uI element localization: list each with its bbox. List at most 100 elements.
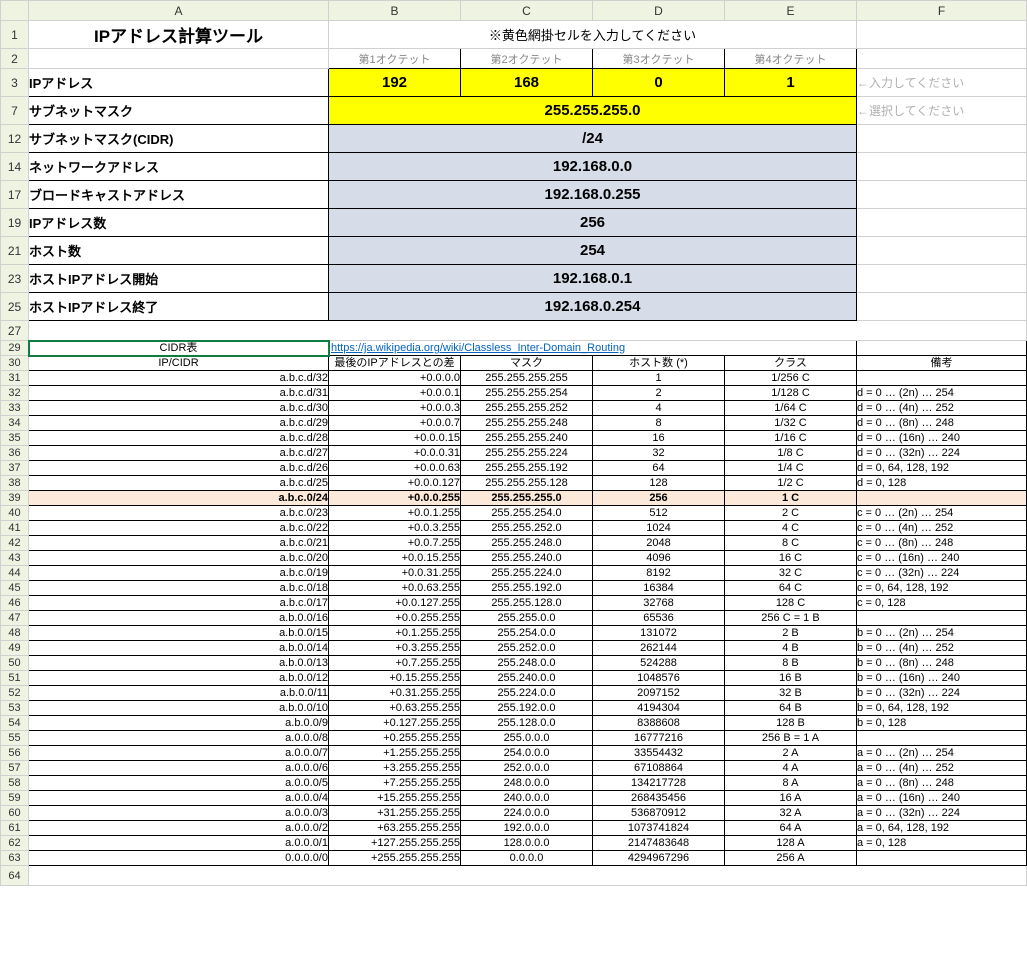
row-header[interactable]: 35 bbox=[1, 431, 29, 446]
table-cell[interactable]: +0.0.0.1 bbox=[329, 386, 461, 401]
table-cell[interactable]: a.b.c.d/26 bbox=[29, 461, 329, 476]
table-cell[interactable]: 4 bbox=[593, 401, 725, 416]
network-address-value[interactable]: 192.168.0.0 bbox=[329, 153, 857, 181]
table-cell[interactable]: +0.0.0.63 bbox=[329, 461, 461, 476]
row-header[interactable]: 50 bbox=[1, 656, 29, 671]
row-header[interactable]: 64 bbox=[1, 866, 29, 886]
table-cell[interactable]: a.b.0.0/14 bbox=[29, 641, 329, 656]
table-cell[interactable]: 4096 bbox=[593, 551, 725, 566]
table-cell[interactable]: 128.0.0.0 bbox=[461, 836, 593, 851]
row-header[interactable]: 55 bbox=[1, 731, 29, 746]
table-cell[interactable]: d = 0 … (32n) … 224 bbox=[857, 446, 1027, 461]
table-cell[interactable]: a.0.0.0/6 bbox=[29, 761, 329, 776]
table-cell[interactable]: a.b.c.0/21 bbox=[29, 536, 329, 551]
table-cell[interactable]: 2147483648 bbox=[593, 836, 725, 851]
cidr-col-class[interactable]: クラス bbox=[725, 356, 857, 371]
table-cell[interactable]: 64 C bbox=[725, 581, 857, 596]
row-header[interactable]: 3 bbox=[1, 69, 29, 97]
table-cell[interactable]: a.b.0.0/10 bbox=[29, 701, 329, 716]
cell[interactable] bbox=[857, 125, 1027, 153]
ip-octet-1-input[interactable]: 192 bbox=[329, 69, 461, 97]
row-header[interactable]: 29 bbox=[1, 341, 29, 356]
cell[interactable] bbox=[29, 321, 1027, 341]
row-header[interactable]: 54 bbox=[1, 716, 29, 731]
table-cell[interactable]: 255.255.252.0 bbox=[461, 521, 593, 536]
table-cell[interactable]: 255.255.255.252 bbox=[461, 401, 593, 416]
table-row[interactable]: 61a.0.0.0/2+63.255.255.255192.0.0.010737… bbox=[1, 821, 1027, 836]
octet-label-1[interactable]: 第1オクテット bbox=[329, 49, 461, 69]
table-row[interactable]: 53a.b.0.0/10+0.63.255.255255.192.0.04194… bbox=[1, 701, 1027, 716]
row-header[interactable]: 32 bbox=[1, 386, 29, 401]
table-row[interactable]: 37a.b.c.d/26+0.0.0.63255.255.255.192641/… bbox=[1, 461, 1027, 476]
row-header[interactable]: 53 bbox=[1, 701, 29, 716]
table-cell[interactable]: 256 A bbox=[725, 851, 857, 866]
table-cell[interactable]: 8 A bbox=[725, 776, 857, 791]
table-cell[interactable]: c = 0 … (4n) … 252 bbox=[857, 521, 1027, 536]
table-row[interactable]: 49a.b.0.0/14+0.3.255.255255.252.0.026214… bbox=[1, 641, 1027, 656]
table-cell[interactable]: c = 0 … (32n) … 224 bbox=[857, 566, 1027, 581]
table-cell[interactable]: +0.0.0.255 bbox=[329, 491, 461, 506]
table-cell[interactable]: 67108864 bbox=[593, 761, 725, 776]
table-cell[interactable]: 254.0.0.0 bbox=[461, 746, 593, 761]
row-header[interactable]: 63 bbox=[1, 851, 29, 866]
cell[interactable] bbox=[857, 181, 1027, 209]
table-cell[interactable]: +0.0.3.255 bbox=[329, 521, 461, 536]
ip-hint[interactable]: ←入力してください bbox=[857, 69, 1027, 97]
table-row[interactable]: 41a.b.c.0/22+0.0.3.255255.255.252.010244… bbox=[1, 521, 1027, 536]
table-cell[interactable]: a = 0 … (8n) … 248 bbox=[857, 776, 1027, 791]
table-row[interactable]: 32a.b.c.d/31+0.0.0.1255.255.255.25421/12… bbox=[1, 386, 1027, 401]
row-header[interactable]: 23 bbox=[1, 265, 29, 293]
table-cell[interactable]: 255.255.255.128 bbox=[461, 476, 593, 491]
table-cell[interactable]: a.0.0.0/8 bbox=[29, 731, 329, 746]
table-cell[interactable]: a = 0 … (16n) … 240 bbox=[857, 791, 1027, 806]
table-cell[interactable]: a.b.c.d/29 bbox=[29, 416, 329, 431]
table-cell[interactable] bbox=[857, 611, 1027, 626]
row-header[interactable]: 38 bbox=[1, 476, 29, 491]
host-start-value[interactable]: 192.168.0.1 bbox=[329, 265, 857, 293]
table-row[interactable]: 630.0.0.0/0+255.255.255.2550.0.0.0429496… bbox=[1, 851, 1027, 866]
table-cell[interactable]: +0.0.127.255 bbox=[329, 596, 461, 611]
row-header[interactable]: 45 bbox=[1, 581, 29, 596]
ip-label[interactable]: IPアドレス bbox=[29, 69, 329, 97]
row-header[interactable]: 27 bbox=[1, 321, 29, 341]
row-header[interactable]: 7 bbox=[1, 97, 29, 125]
host-end-label[interactable]: ホストIPアドレス終了 bbox=[29, 293, 329, 321]
subnet-mask-input[interactable]: 255.255.255.0 bbox=[329, 97, 857, 125]
table-cell[interactable]: 192.0.0.0 bbox=[461, 821, 593, 836]
table-cell[interactable]: 33554432 bbox=[593, 746, 725, 761]
cidr-col-hosts[interactable]: ホスト数 (*) bbox=[593, 356, 725, 371]
table-row[interactable]: 57a.0.0.0/6+3.255.255.255252.0.0.0671088… bbox=[1, 761, 1027, 776]
cidr-col-notes[interactable]: 備考 bbox=[857, 356, 1027, 371]
table-row[interactable]: 44a.b.c.0/19+0.0.31.255255.255.224.08192… bbox=[1, 566, 1027, 581]
table-cell[interactable]: +0.0.1.255 bbox=[329, 506, 461, 521]
table-cell[interactable]: +0.0.0.15 bbox=[329, 431, 461, 446]
row-header[interactable]: 47 bbox=[1, 611, 29, 626]
table-cell[interactable]: 2097152 bbox=[593, 686, 725, 701]
table-cell[interactable]: +0.0.15.255 bbox=[329, 551, 461, 566]
table-cell[interactable] bbox=[857, 731, 1027, 746]
table-cell[interactable]: 4294967296 bbox=[593, 851, 725, 866]
table-cell[interactable]: 255.248.0.0 bbox=[461, 656, 593, 671]
table-cell[interactable]: 240.0.0.0 bbox=[461, 791, 593, 806]
row-header[interactable]: 12 bbox=[1, 125, 29, 153]
table-cell[interactable]: a.b.c.0/18 bbox=[29, 581, 329, 596]
table-cell[interactable]: 16 A bbox=[725, 791, 857, 806]
table-cell[interactable]: c = 0 … (16n) … 240 bbox=[857, 551, 1027, 566]
table-cell[interactable]: 65536 bbox=[593, 611, 725, 626]
table-cell[interactable]: 8192 bbox=[593, 566, 725, 581]
table-cell[interactable]: 64 A bbox=[725, 821, 857, 836]
row-header[interactable]: 61 bbox=[1, 821, 29, 836]
table-cell[interactable]: a.0.0.0/4 bbox=[29, 791, 329, 806]
table-cell[interactable]: 256 bbox=[593, 491, 725, 506]
subnet-mask-label[interactable]: サブネットマスク bbox=[29, 97, 329, 125]
row-header[interactable]: 37 bbox=[1, 461, 29, 476]
table-cell[interactable]: +31.255.255.255 bbox=[329, 806, 461, 821]
table-cell[interactable]: 1/2 C bbox=[725, 476, 857, 491]
row-header[interactable]: 57 bbox=[1, 761, 29, 776]
row-header[interactable]: 25 bbox=[1, 293, 29, 321]
table-row[interactable]: 62a.0.0.0/1+127.255.255.255128.0.0.02147… bbox=[1, 836, 1027, 851]
octet-label-4[interactable]: 第4オクテット bbox=[725, 49, 857, 69]
table-cell[interactable]: +0.0.0.3 bbox=[329, 401, 461, 416]
table-row[interactable]: 35a.b.c.d/28+0.0.0.15255.255.255.240161/… bbox=[1, 431, 1027, 446]
table-cell[interactable]: a = 0 … (4n) … 252 bbox=[857, 761, 1027, 776]
